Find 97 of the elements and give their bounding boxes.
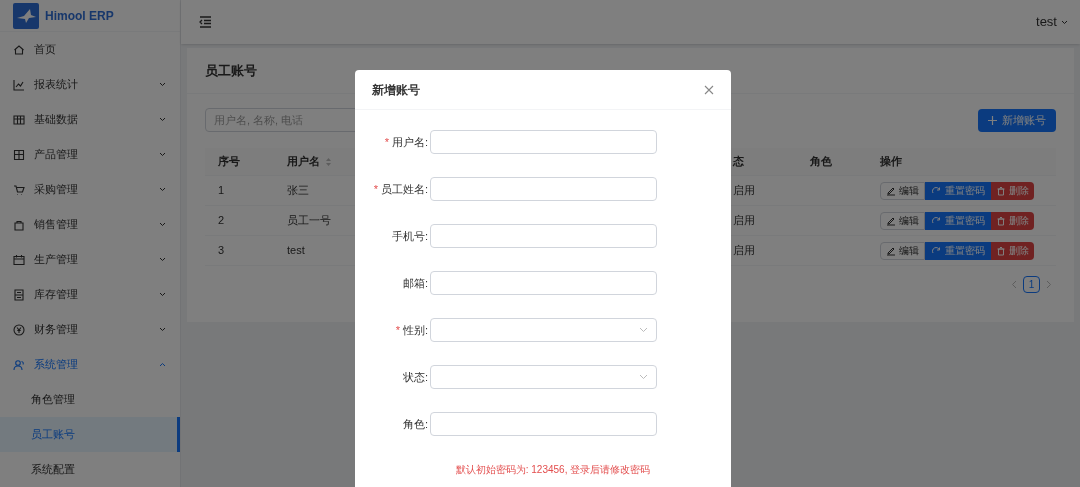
edit-button[interactable]: 编辑 (880, 211, 925, 230)
field-label: 员工姓名: (380, 181, 428, 197)
chevron-down-icon (159, 292, 166, 297)
delete-button[interactable]: 删除 (991, 181, 1034, 200)
page-title: 员工账号 (205, 61, 257, 80)
sidebar-item[interactable]: 销售管理 (0, 207, 180, 242)
plus-icon (988, 115, 997, 125)
table-cell-text: 2 (218, 213, 225, 229)
line-chart-icon (13, 78, 25, 91)
column-header: 用户名 (287, 154, 320, 170)
sidebar-item[interactable]: 系统管理 (0, 347, 180, 382)
reset-password-button[interactable]: 重置密码 (925, 181, 991, 200)
chevron-down-icon (159, 327, 166, 332)
refresh-icon (931, 185, 941, 196)
home-icon (13, 43, 25, 56)
table-icon (13, 113, 25, 126)
edit-button[interactable]: 编辑 (880, 181, 925, 200)
page-button[interactable]: 1 (1023, 276, 1040, 293)
reset-password-button[interactable]: 重置密码 (925, 211, 991, 230)
input-field[interactable] (430, 271, 657, 295)
sidebar-subitem[interactable]: 角色管理 (0, 382, 180, 417)
select-field[interactable] (430, 318, 657, 342)
modal-title: 新增账号 (372, 81, 420, 99)
refresh-icon (931, 215, 941, 226)
coin-icon (13, 323, 25, 336)
sidebar-subitem[interactable]: 系统配置 (0, 452, 180, 487)
sidebar-item[interactable]: 基础数据 (0, 102, 180, 137)
chevron-down-icon (159, 82, 166, 87)
chevron-down-icon (159, 117, 166, 122)
menu-fold-icon[interactable] (199, 16, 212, 28)
field-label: 状态: (402, 369, 428, 385)
input-field[interactable] (430, 224, 657, 248)
trash-icon (996, 245, 1006, 256)
add-account-button[interactable]: 新增账号 (978, 108, 1056, 132)
pencil-icon (886, 245, 896, 256)
delete-button[interactable]: 删除 (991, 241, 1034, 260)
previous-page-icon[interactable] (1011, 280, 1017, 289)
chevron-down-icon (639, 374, 648, 380)
user-name: test (1036, 13, 1057, 32)
user-menu[interactable]: test (1036, 12, 1068, 32)
required-mark: * (373, 181, 378, 197)
sort-icon[interactable] (326, 157, 331, 166)
delete-button[interactable]: 删除 (991, 211, 1034, 230)
input-field[interactable] (430, 130, 657, 154)
column-header: 角色 (810, 154, 832, 170)
team-icon (13, 358, 25, 371)
pencil-icon (886, 185, 896, 196)
caret-icon (1061, 19, 1068, 25)
calendar-icon (13, 253, 25, 266)
table-cell-text: 启用 (733, 213, 755, 229)
table-cell-text: 1 (218, 183, 225, 199)
table-cell-text: 员工一号 (287, 213, 331, 229)
required-mark: * (395, 322, 400, 338)
column-header: 态 (733, 154, 744, 170)
sidebar-item[interactable]: 报表统计 (0, 67, 180, 102)
field-label: 邮箱: (402, 275, 428, 291)
input-field[interactable] (430, 412, 657, 436)
column-header: 操作 (880, 154, 902, 170)
field-label: 用户名: (391, 134, 428, 150)
container-icon (13, 288, 25, 301)
next-page-icon[interactable] (1046, 280, 1052, 289)
default-password-note: 默认初始密码为: 123456, 登录后请修改密码 (454, 463, 652, 477)
sidebar-item[interactable]: 生产管理 (0, 242, 180, 277)
sidebar-subitem[interactable]: 员工账号 (0, 417, 180, 452)
sidebar-item[interactable]: 采购管理 (0, 172, 180, 207)
required-mark: * (384, 134, 389, 150)
input-field[interactable] (430, 177, 657, 201)
cart-icon (13, 183, 25, 196)
field-label: 性别: (402, 322, 428, 338)
field-label: 手机号: (391, 228, 428, 244)
chevron-down-icon (159, 222, 166, 227)
trash-icon (996, 185, 1006, 196)
column-header: 序号 (218, 154, 240, 170)
refresh-icon (931, 245, 941, 256)
sidebar-item[interactable]: 首页 (0, 32, 180, 67)
chevron-down-icon (639, 327, 648, 333)
sidebar-item[interactable]: 财务管理 (0, 312, 180, 347)
select-field[interactable] (430, 365, 657, 389)
reset-password-button[interactable]: 重置密码 (925, 241, 991, 260)
chevron-down-icon (159, 187, 166, 192)
chevron-down-icon (159, 152, 166, 157)
table-cell-text: 启用 (733, 183, 755, 199)
box-icon (13, 148, 25, 161)
table-cell-text: 3 (218, 243, 225, 259)
field-label: 角色: (402, 416, 428, 432)
sidebar-item[interactable]: 库存管理 (0, 277, 180, 312)
table-cell-text: test (287, 243, 305, 259)
table-cell-text: 启用 (733, 243, 755, 259)
chevron-up-icon (159, 362, 166, 367)
sidebar-item[interactable]: 产品管理 (0, 137, 180, 172)
brand-name: Himool ERP (45, 7, 114, 25)
edit-button[interactable]: 编辑 (880, 241, 925, 260)
chevron-down-icon (159, 257, 166, 262)
pencil-icon (886, 215, 896, 226)
trash-icon (996, 215, 1006, 226)
close-icon[interactable] (704, 84, 714, 95)
bag-icon (13, 218, 25, 231)
